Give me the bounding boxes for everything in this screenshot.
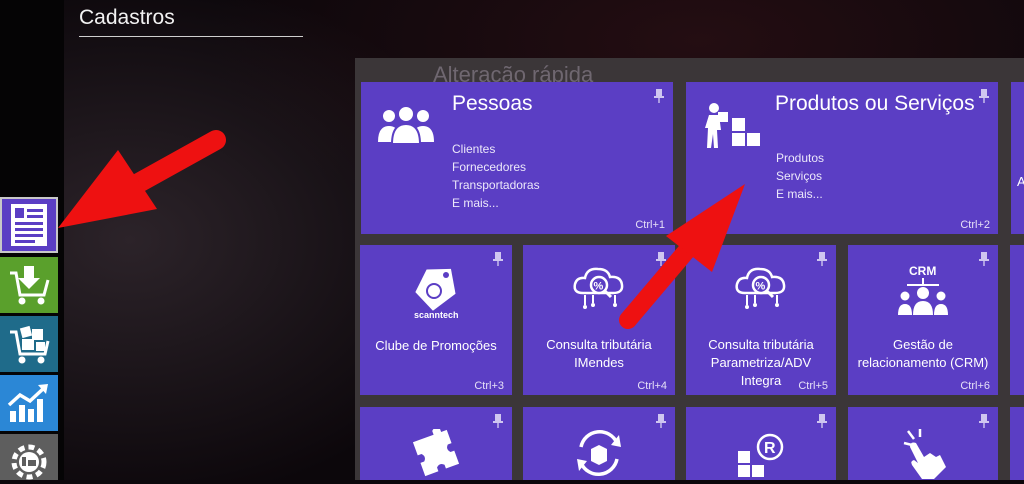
annotation-arrowhead-left	[58, 150, 157, 228]
annotation-arrows	[58, 130, 745, 329]
